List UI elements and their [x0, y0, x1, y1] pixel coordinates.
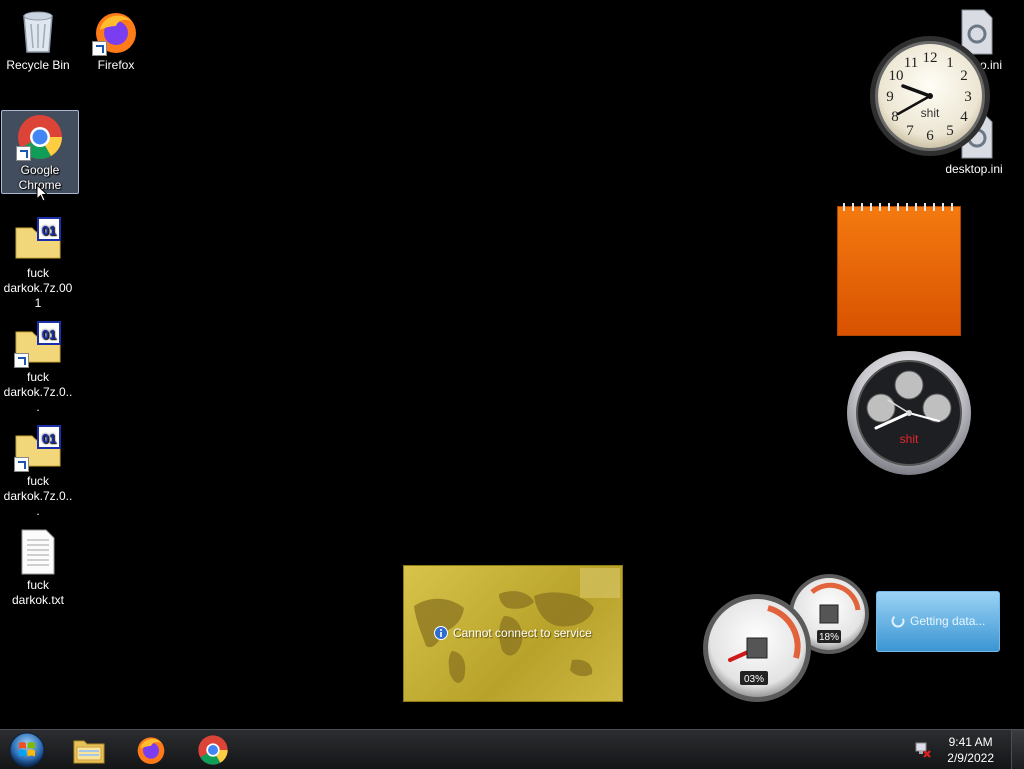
- windows-start-icon: [9, 732, 45, 768]
- chronograph-clock-gadget[interactable]: shit: [846, 350, 972, 476]
- desktop-icon-firefox[interactable]: Firefox: [78, 6, 154, 73]
- start-button[interactable]: [0, 732, 54, 768]
- network-status-icon-wrap[interactable]: [914, 740, 932, 763]
- cpu-meter-dials: 18% 03%: [703, 574, 869, 702]
- desktop-icon-archive-003[interactable]: 01 fuck darkok.7z.0...: [0, 422, 76, 519]
- shortcut-arrow-icon: [92, 41, 107, 56]
- svg-text:8: 8: [891, 109, 899, 125]
- taskbar-file-explorer[interactable]: [62, 732, 116, 768]
- svg-text:11: 11: [904, 55, 918, 71]
- chrome-icon: [198, 735, 228, 765]
- desktop-icon-label: fuck darkok.7z.0...: [3, 370, 73, 414]
- desktop-icon-label: Firefox: [97, 58, 135, 72]
- currency-status-text: Cannot connect to service: [453, 626, 592, 640]
- svg-text:01: 01: [42, 431, 56, 446]
- chrome-icon: [16, 113, 64, 161]
- svg-text:5: 5: [946, 123, 954, 139]
- desktop-icon-archive-001[interactable]: 01 fuck darkok.7z.001: [0, 214, 76, 311]
- tray-date: 2/9/2022: [947, 751, 994, 765]
- spiral-binding: [843, 203, 953, 211]
- weather-status-text: Getting data...: [910, 614, 986, 628]
- svg-text:01: 01: [42, 223, 56, 238]
- svg-text:12: 12: [923, 50, 938, 66]
- taskbar: 9:41 AM 2/9/2022: [0, 729, 1024, 769]
- svg-text:9: 9: [886, 89, 894, 105]
- shortcut-arrow-icon: [16, 146, 31, 161]
- archive-file-icon: 01: [14, 320, 62, 368]
- clock-face: 12 1 2 3 4 5 6 7 8 9 10 11 shit: [870, 36, 990, 156]
- svg-text:3: 3: [964, 89, 972, 105]
- cpu-meter-gadget[interactable]: 18% 03%: [700, 572, 870, 702]
- recycle-bin-icon: [14, 8, 62, 56]
- desktop-icon-archive-002[interactable]: 01 fuck darkok.7z.0...: [0, 318, 76, 415]
- desktop-icon-recycle-bin[interactable]: Recycle Bin: [0, 6, 76, 73]
- network-disconnected-icon: [915, 742, 931, 758]
- clock-gadget[interactable]: 12 1 2 3 4 5 6 7 8 9 10 11 shit: [868, 34, 992, 158]
- svg-text:10: 10: [889, 68, 904, 84]
- tray-time: 9:41 AM: [948, 735, 993, 749]
- desktop-icon-text-file[interactable]: fuck darkok.txt: [0, 526, 76, 608]
- mouse-cursor-icon: [36, 184, 48, 202]
- svg-text:7: 7: [906, 123, 914, 139]
- file-explorer-icon: [73, 740, 105, 764]
- desktop-icon-label: fuck darkok.7z.0...: [3, 474, 73, 518]
- firefox-icon: [137, 737, 165, 764]
- svg-text:4: 4: [960, 109, 968, 125]
- desktop-icon-label: fuck darkok.txt: [11, 578, 65, 607]
- shortcut-arrow-icon: [14, 457, 29, 472]
- text-file-icon: [14, 528, 62, 576]
- tray-clock[interactable]: 9:41 AM 2/9/2022: [947, 734, 994, 766]
- chronograph-label: shit: [900, 432, 919, 446]
- ram-value: 18%: [819, 632, 839, 643]
- show-desktop-button[interactable]: [1011, 730, 1024, 769]
- svg-text:6: 6: [926, 128, 934, 144]
- taskbar-chrome[interactable]: [186, 732, 240, 768]
- desktop-icon-label: fuck darkok.7z.001: [3, 266, 73, 310]
- clock-label: shit: [921, 106, 940, 120]
- firefox-icon: [92, 8, 140, 56]
- svg-text:01: 01: [42, 327, 56, 342]
- chronograph-face: shit: [847, 351, 971, 475]
- archive-file-icon: 01: [14, 216, 62, 264]
- currency-gadget[interactable]: Cannot connect to service: [403, 565, 623, 702]
- svg-text:1: 1: [946, 55, 954, 71]
- desktop-icon-google-chrome[interactable]: Google Chrome: [1, 110, 79, 194]
- info-icon: [434, 626, 448, 640]
- cpu-value: 03%: [744, 674, 764, 685]
- desktop-icon-label: desktop.ini: [945, 162, 1003, 176]
- taskbar-firefox[interactable]: [124, 732, 178, 768]
- loading-spinner-icon: [891, 614, 905, 628]
- desktop-icon-label: Recycle Bin: [6, 58, 70, 72]
- archive-file-icon: 01: [14, 424, 62, 472]
- weather-gadget[interactable]: Getting data...: [876, 591, 1000, 652]
- desktop[interactable]: Recycle Bin Firefox Google Chrome 01 fuc…: [0, 0, 1024, 729]
- svg-text:2: 2: [960, 68, 968, 84]
- notes-gadget[interactable]: [837, 203, 961, 336]
- shortcut-arrow-icon: [14, 353, 29, 368]
